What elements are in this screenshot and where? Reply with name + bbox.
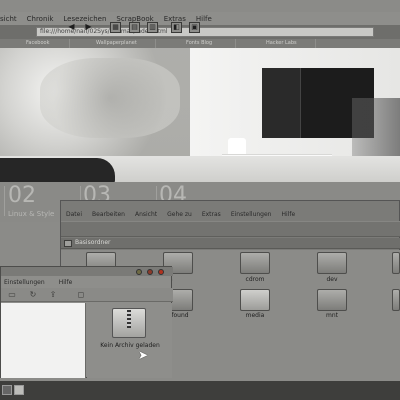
menu-history[interactable]: Chronik — [27, 15, 54, 23]
folder-icon[interactable] — [317, 289, 347, 311]
bookmark-wallpaper[interactable]: Wallpaperplanet — [70, 39, 156, 48]
properties-icon[interactable]: ▣ — [189, 22, 200, 33]
fm-menu-go[interactable]: Gehe zu — [167, 211, 192, 218]
close-button[interactable] — [158, 269, 164, 275]
bookmark-facebook[interactable]: Facebook — [0, 39, 70, 48]
folder-icon[interactable] — [317, 252, 347, 274]
section-number[interactable]: 02 — [8, 183, 36, 208]
archive-sidebar — [1, 303, 86, 378]
breadcrumb[interactable]: Basisordner — [75, 239, 111, 246]
ar-menu-help[interactable]: Hilfe — [59, 279, 73, 286]
bookmark-hacker[interactable]: Hacker Labs — [236, 39, 316, 48]
stop-icon[interactable]: ◻ — [76, 290, 86, 300]
archive-toolbar — [1, 288, 173, 302]
taskbar-panel — [0, 381, 400, 400]
folder-label: dev — [326, 276, 338, 283]
fm-menu-settings[interactable]: Einstellungen — [231, 211, 272, 218]
fm-menu-view[interactable]: Ansicht — [135, 211, 157, 218]
folder-label: mnt — [326, 312, 338, 319]
fm-menubar: Datei Bearbeiten Ansicht Gehe zu Extras … — [61, 208, 400, 220]
folder-icon[interactable] — [392, 252, 400, 274]
window-icon[interactable] — [14, 385, 24, 395]
terminal-icon[interactable] — [2, 385, 12, 395]
folder-icon[interactable] — [240, 252, 270, 274]
list-view-icon[interactable]: ▥ — [147, 22, 158, 33]
back-arrow-icon[interactable]: ◀ — [66, 22, 77, 33]
new-icon[interactable]: ▭ — [7, 290, 17, 300]
browser-menubar: sicht Chronik Lesezeichen ScrapBook Extr… — [0, 12, 400, 25]
icon-view-icon[interactable]: ▦ — [110, 22, 121, 33]
hero-image — [0, 48, 400, 182]
section-label: Linux & Style — [8, 210, 55, 218]
mouse-cursor-icon: ➤ — [138, 348, 149, 362]
sofa-image — [0, 158, 115, 182]
screen: sicht Chronik Lesezeichen ScrapBook Extr… — [0, 0, 400, 400]
fm-location-bar: Basisordner — [61, 238, 400, 249]
split-view-icon[interactable]: ◧ — [171, 22, 182, 33]
menu-view[interactable]: sicht — [0, 15, 17, 23]
refresh-icon[interactable]: ↻ — [28, 290, 38, 300]
zipper-icon — [127, 310, 131, 328]
ar-menu-settings[interactable]: Einstellungen — [4, 279, 45, 286]
minimize-button[interactable] — [136, 269, 142, 275]
fm-menu-help[interactable]: Hilfe — [282, 211, 296, 218]
compact-view-icon[interactable]: ▤ — [129, 22, 140, 33]
drive-icon[interactable] — [240, 289, 270, 311]
extract-icon[interactable]: ⇪ — [48, 290, 58, 300]
folder-label: media — [245, 312, 265, 319]
fm-menu-tools[interactable]: Extras — [202, 211, 221, 218]
fm-menu-file[interactable]: Datei — [66, 211, 82, 218]
forward-arrow-icon[interactable]: ▶ — [83, 22, 94, 33]
maximize-button[interactable] — [147, 269, 153, 275]
archive-menubar: Einstellungen Hilfe — [1, 277, 173, 287]
bookmarks-bar: Facebook Wallpaperplanet Fonts Blog Hack… — [0, 39, 400, 48]
archive-titlebar — [1, 267, 173, 276]
archive-status: Kein Archiv geladen — [100, 342, 160, 349]
bookmark-fonts[interactable]: Fonts Blog — [156, 39, 236, 48]
fm-toolbar — [61, 221, 400, 237]
home-icon[interactable] — [64, 240, 72, 247]
fm-menu-edit[interactable]: Bearbeiten — [92, 211, 125, 218]
folder-icon[interactable] — [392, 289, 400, 311]
folder-label: cdrom — [245, 276, 265, 283]
